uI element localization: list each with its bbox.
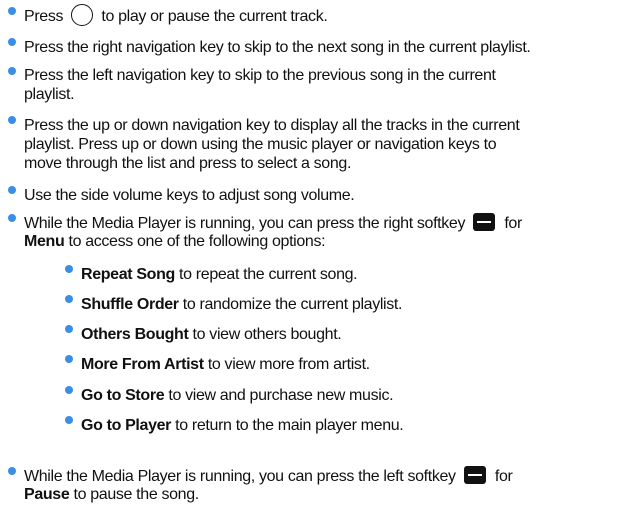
left-softkey-icon [463, 466, 486, 484]
bullet-icon [8, 38, 16, 46]
bullet-icon [65, 386, 73, 394]
bullet-icon [8, 7, 16, 15]
bullet-icon [65, 295, 73, 303]
option-desc: to view others bought. [188, 326, 342, 343]
bullet-icon [65, 416, 73, 424]
option-desc: to randomize the current playlist. [178, 296, 403, 313]
option-desc: to repeat the current song. [174, 266, 358, 283]
option-name: Repeat Song [81, 266, 175, 283]
right-softkey-icon [473, 213, 496, 231]
option-desc: to view and purchase new music. [164, 387, 394, 404]
bullet-icon [8, 214, 16, 222]
bullet-icon [8, 116, 16, 124]
item-text: Press the right navigation key to skip t… [24, 39, 531, 56]
item-text: to pause the song. [69, 486, 200, 503]
bullet-icon [65, 355, 73, 363]
item-text: move through the list and press to selec… [24, 155, 352, 172]
item-text: for [490, 468, 513, 485]
option-name: Go to Store [81, 387, 165, 404]
item-text: Use the side volume keys to adjust song … [24, 187, 355, 204]
item-text: to access one of the following options: [64, 233, 326, 250]
bullet-icon [65, 265, 73, 273]
bullet-icon [65, 325, 73, 333]
bullet-icon [8, 467, 16, 475]
option-name: More From Artist [81, 356, 204, 373]
item-text: While the Media Player is running, you c… [24, 468, 460, 485]
item-text: Press [24, 8, 68, 25]
option-desc: to return to the main player menu. [171, 417, 404, 434]
instructions-page: Press to play or pause the current track… [0, 0, 619, 516]
item-text: Press the up or down navigation key to d… [24, 117, 520, 134]
option-name: Shuffle Order [81, 296, 179, 313]
pause-label: Pause [24, 486, 70, 503]
option-desc: to view more from artist. [203, 356, 370, 373]
item-text: playlist. [24, 86, 75, 103]
item-text: playlist. Press up or down using the mus… [24, 136, 497, 153]
item-text: Press the left navigation key to skip to… [24, 67, 496, 84]
menu-label: Menu [24, 233, 65, 250]
item-text: While the Media Player is running, you c… [24, 215, 470, 232]
bullet-icon [8, 186, 16, 194]
circle-key-icon [71, 4, 94, 26]
bullet-icon [8, 67, 16, 75]
item-text: to play or pause the current track. [97, 8, 328, 25]
option-name: Others Bought [81, 326, 189, 343]
option-name: Go to Player [81, 417, 172, 434]
item-text: for [500, 215, 522, 232]
